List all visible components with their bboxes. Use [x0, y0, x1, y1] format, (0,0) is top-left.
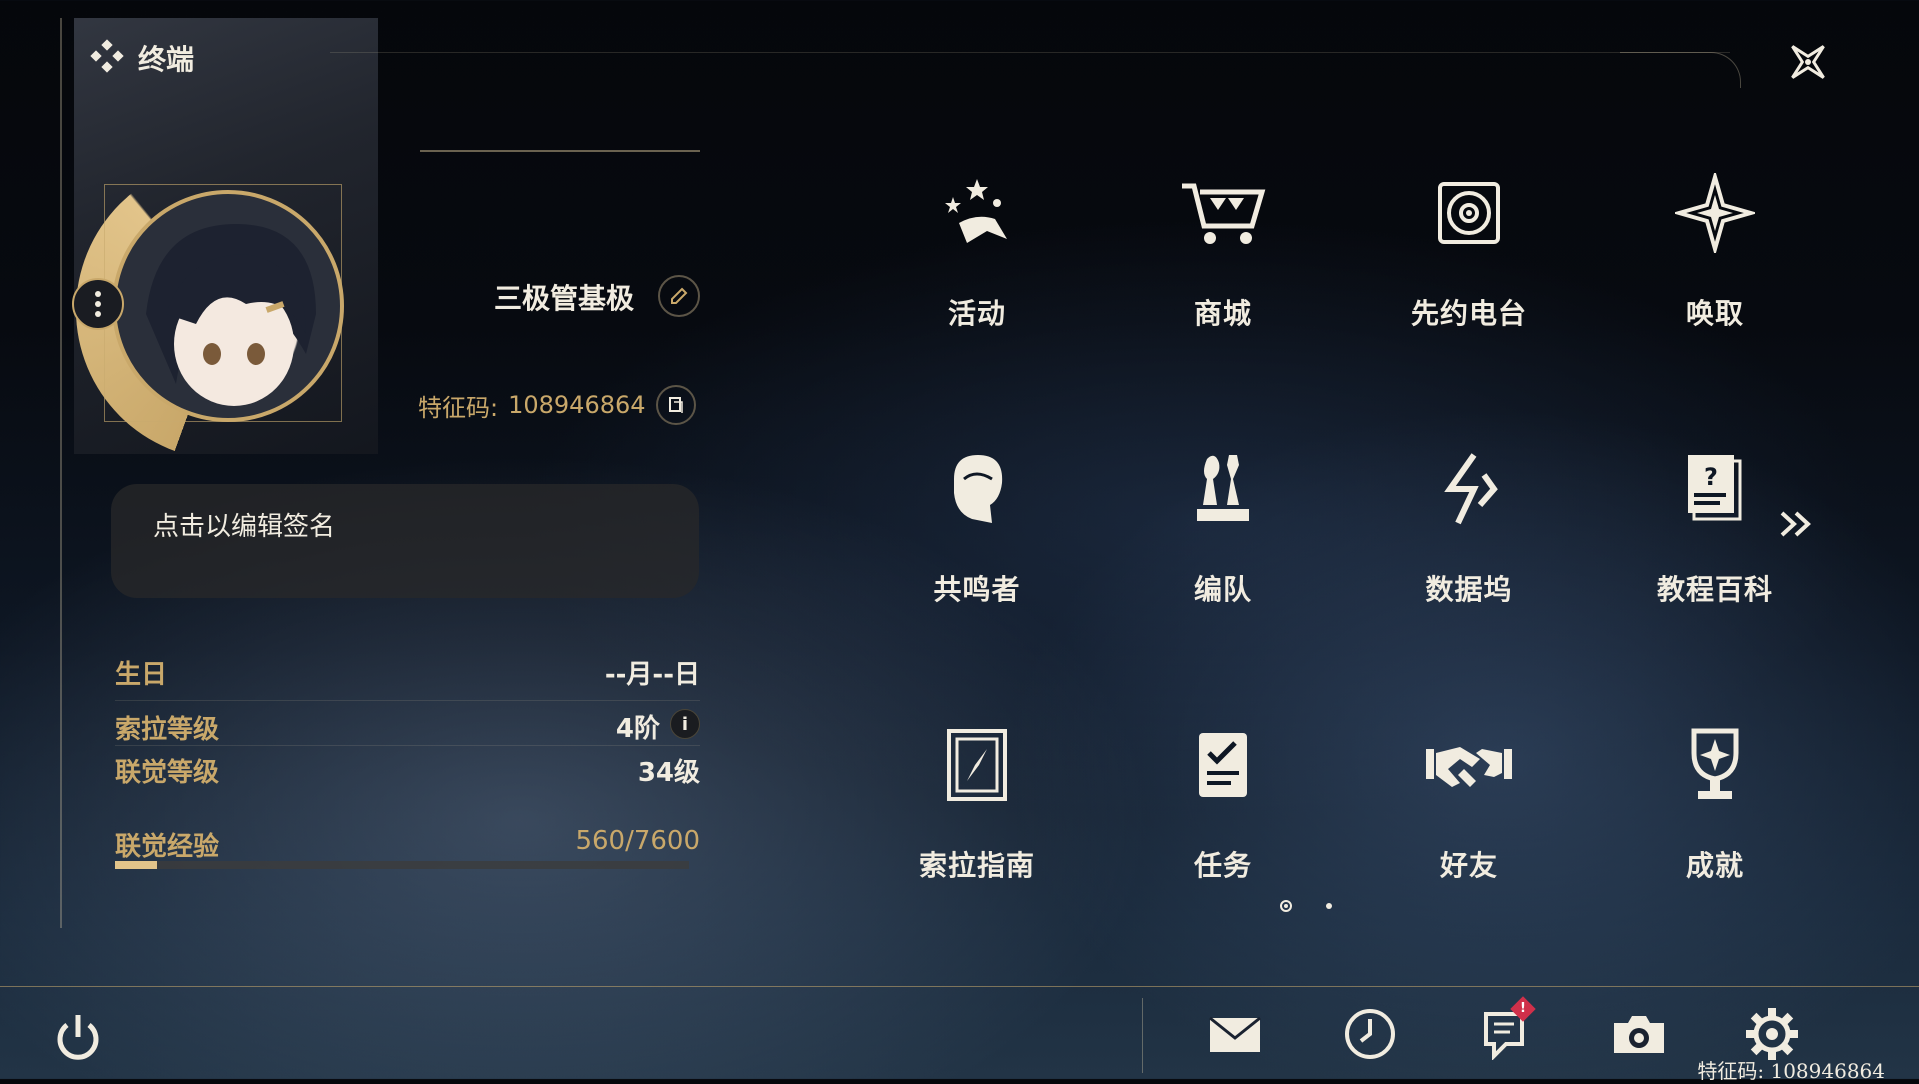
avatar-more-button[interactable]: [72, 278, 124, 330]
terminal-title: 终端: [138, 43, 195, 76]
next-page-button[interactable]: [1772, 498, 1820, 550]
menu-item-label: 任务: [1193, 849, 1252, 882]
power-button[interactable]: [50, 1008, 106, 1068]
menu-item[interactable]: 活动: [862, 138, 1092, 368]
page-indicator: [1280, 900, 1332, 912]
notice-badge: !: [1510, 996, 1536, 1022]
union-exp-bar-fill: [115, 861, 158, 869]
bottom-bar-divider: [1142, 998, 1143, 1073]
menu-item-label: 教程百科: [1656, 573, 1773, 606]
menu-item-label: 唤取: [1685, 297, 1744, 330]
clock-icon: [1345, 1009, 1395, 1059]
uid-footer: 特征码: 108946864: [1697, 1059, 1885, 1083]
terminal-logo-icon: [90, 39, 124, 77]
birthday-value: --月--日: [604, 660, 700, 690]
edit-name-button[interactable]: [658, 275, 700, 317]
info-icon: i: [681, 713, 689, 735]
copy-icon: [668, 397, 683, 413]
menu-item[interactable]: 唤取: [1600, 138, 1830, 368]
guidebook-icon: [932, 720, 1022, 810]
uid-label: 特征码:: [418, 393, 499, 422]
camera-icon: [1614, 1016, 1664, 1053]
quest-icon: [1178, 720, 1268, 810]
tutorial-icon: ?: [1670, 444, 1760, 534]
menu-item[interactable]: 索拉指南: [862, 690, 1092, 920]
notice-button[interactable]: !: [1472, 996, 1536, 1064]
radio-icon: [1424, 168, 1514, 258]
top-decorative-line: [330, 52, 1730, 53]
friends-handshake-icon: [1424, 720, 1514, 810]
menu-item[interactable]: 成就: [1600, 690, 1830, 920]
signature-field[interactable]: 点击以编辑签名: [111, 484, 699, 598]
camera-button[interactable]: [1607, 1004, 1671, 1064]
page-dot-active[interactable]: [1280, 900, 1292, 912]
sola-level-info-button[interactable]: i: [670, 709, 700, 739]
menu-item-label: 成就: [1685, 849, 1744, 882]
power-icon: [57, 1015, 99, 1060]
menu-item-label: 编队: [1193, 573, 1252, 606]
sola-level-value: 4阶: [615, 714, 660, 744]
menu-item[interactable]: 任务: [1108, 690, 1338, 920]
data-bank-icon: [1424, 444, 1514, 534]
page-dot[interactable]: [1326, 903, 1332, 909]
union-exp-value: 560/7600: [575, 826, 700, 856]
terminal-header: 终端: [90, 38, 194, 78]
left-decorative-line: [60, 18, 62, 928]
menu-item[interactable]: 商城: [1108, 138, 1338, 368]
mail-icon: [1209, 1016, 1261, 1052]
achievement-trophy-icon: [1670, 720, 1760, 810]
name-divider: [420, 150, 700, 152]
menu-item-label: 索拉指南: [918, 849, 1035, 882]
pencil-icon: [671, 287, 688, 304]
signature-placeholder: 点击以编辑签名: [153, 512, 336, 542]
union-exp-label: 联觉经验: [115, 832, 220, 862]
shop-cart-icon: [1178, 168, 1268, 258]
bottom-bar-separator: [0, 986, 1919, 987]
double-chevron-right-icon: [1780, 511, 1811, 537]
time-button[interactable]: [1338, 1004, 1402, 1064]
menu-item-label: 商城: [1193, 297, 1252, 330]
player-name: 三极管基极: [494, 282, 635, 315]
menu-item-label: 共鸣者: [933, 573, 1021, 606]
team-chess-icon: [1178, 444, 1268, 534]
menu-item-label: 活动: [947, 297, 1006, 330]
close-star-icon: [1791, 45, 1825, 79]
avatar[interactable]: [112, 190, 344, 422]
resonator-icon: [932, 444, 1022, 534]
birthday-label: 生日: [115, 660, 168, 690]
union-level-label: 联觉等级: [115, 758, 220, 788]
uid-row: 特征码: 108946864: [418, 385, 696, 425]
mail-button[interactable]: [1203, 1004, 1267, 1064]
more-dots-icon: [95, 291, 101, 317]
avatar-portrait: [146, 224, 316, 406]
menu-item[interactable]: 数据坞: [1354, 414, 1584, 644]
svg-text:?: ?: [1704, 463, 1718, 491]
menu-item[interactable]: 好友: [1354, 690, 1584, 920]
notice-badge-text: !: [1520, 1001, 1526, 1016]
menu-item-label: 先约电台: [1410, 297, 1527, 330]
activity-icon: [932, 168, 1022, 258]
stat-divider: [115, 700, 700, 701]
stat-divider: [115, 745, 700, 746]
settings-gear-icon: [1746, 1008, 1798, 1060]
copy-uid-button[interactable]: [655, 385, 696, 425]
uid-value: 108946864: [508, 391, 646, 419]
union-level-value: 34级: [637, 758, 700, 788]
union-exp-bar: [115, 861, 689, 869]
convene-icon: [1670, 168, 1760, 258]
close-button[interactable]: [1780, 34, 1836, 90]
menu-item[interactable]: 编队: [1108, 414, 1338, 644]
sola-level-label: 索拉等级: [115, 715, 220, 745]
top-right-corner-line: [1620, 52, 1741, 88]
menu-item[interactable]: 先约电台: [1354, 138, 1584, 368]
menu-item-label: 好友: [1439, 849, 1498, 882]
menu-item[interactable]: 共鸣者: [862, 414, 1092, 644]
menu-item-label: 数据坞: [1425, 573, 1513, 606]
